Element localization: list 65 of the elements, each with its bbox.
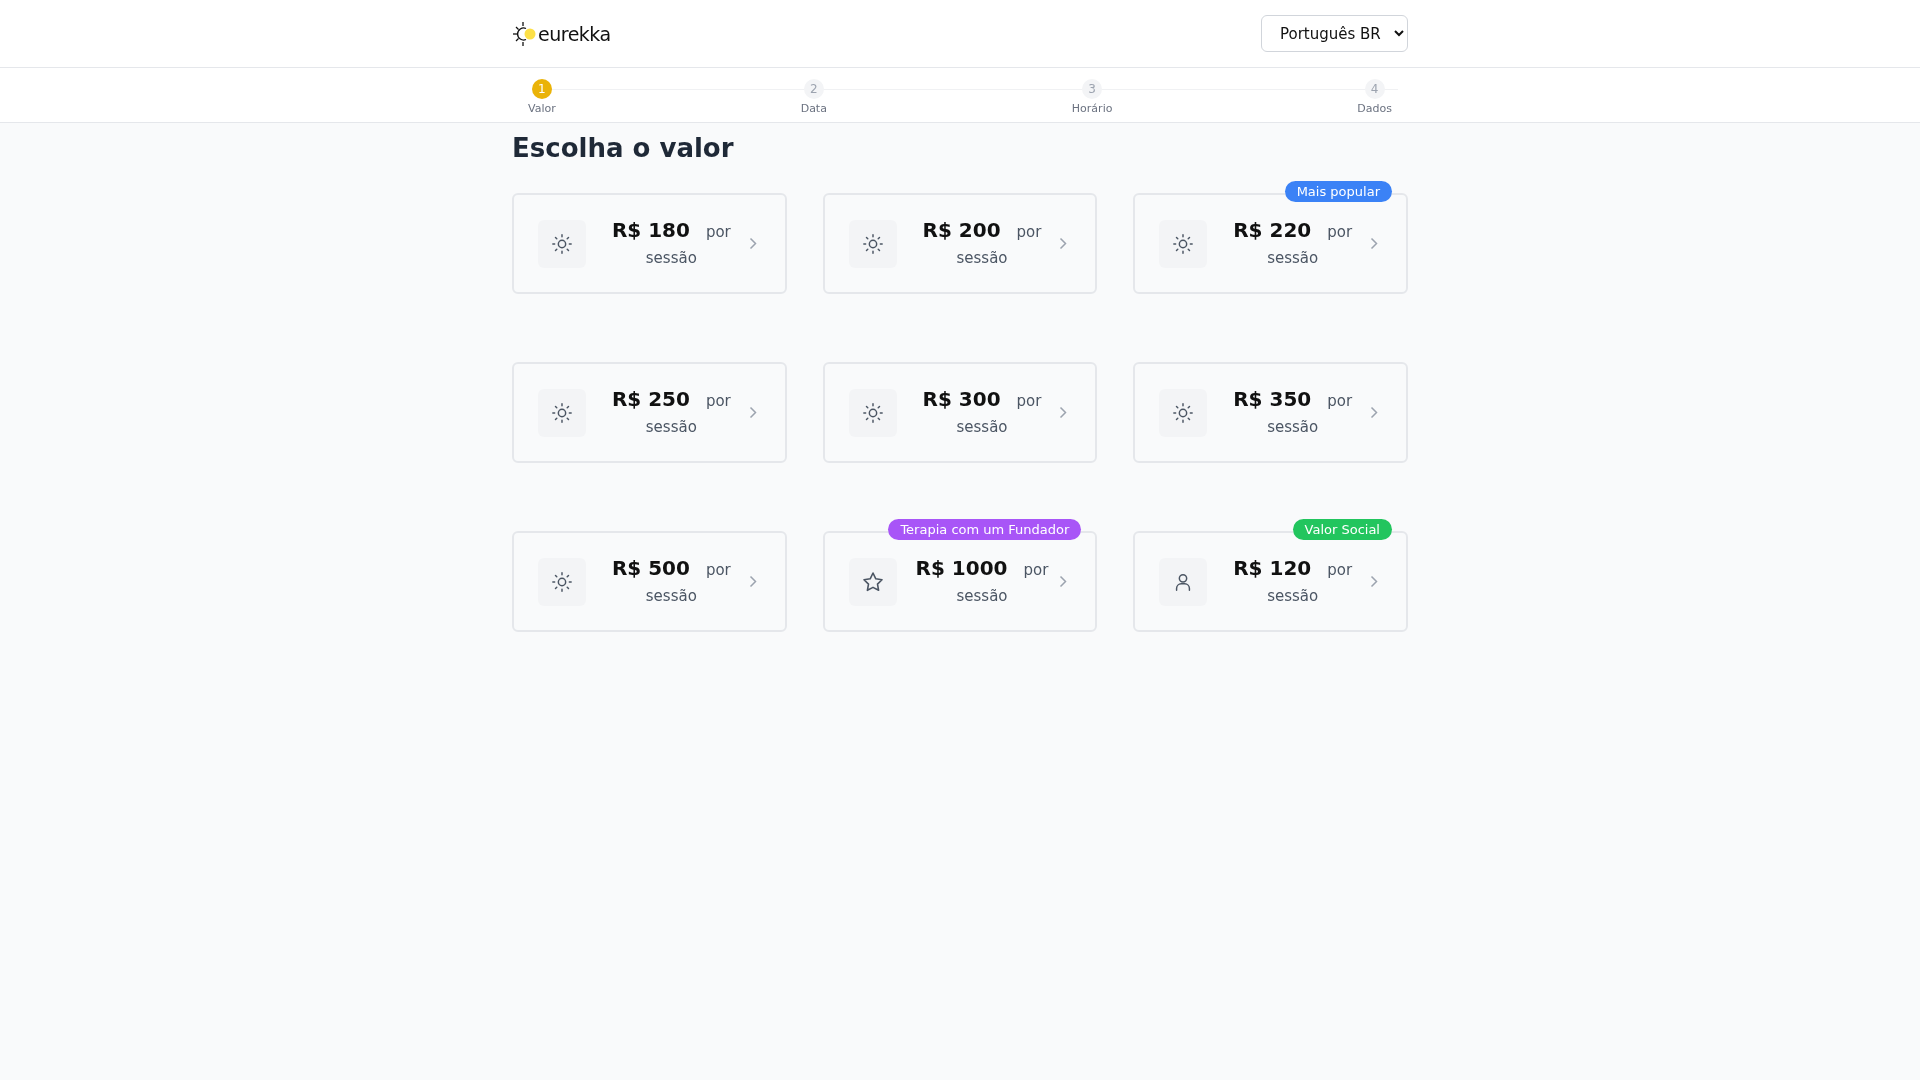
unit-label: sessão — [645, 247, 697, 269]
step-number: 1 — [531, 79, 552, 99]
unit-label: sessão — [645, 585, 697, 607]
price: R$ 500 — [611, 554, 690, 581]
chevron-right-icon — [1059, 237, 1068, 250]
unit-label: sessão — [645, 416, 697, 438]
price: R$ 180 — [611, 216, 690, 243]
badge: Valor Social — [1292, 519, 1392, 540]
price-card[interactable]: R$ 300 por sessão — [822, 362, 1098, 463]
per-label: por — [1327, 559, 1353, 581]
badge: Terapia com um Fundador — [888, 519, 1082, 540]
price-card[interactable]: R$ 250 por sessão — [512, 362, 787, 463]
price-card[interactable]: R$ 500 por sessão — [512, 531, 787, 632]
price-card[interactable]: R$ 180 por sessão — [512, 193, 787, 294]
step-label: Dados — [1357, 102, 1392, 115]
unit-label: sessão — [956, 585, 1008, 607]
per-label: por — [1016, 390, 1042, 412]
badge: Mais popular — [1284, 181, 1392, 202]
step-label: Valor — [528, 102, 556, 115]
price: R$ 300 — [922, 385, 1001, 412]
language-select[interactable]: Português BR — [1261, 15, 1408, 52]
unit-label: sessão — [1267, 585, 1319, 607]
unit-label: sessão — [956, 247, 1008, 269]
sun-icon — [848, 388, 897, 437]
unit-label: sessão — [1267, 247, 1319, 269]
chevron-right-icon — [748, 406, 757, 419]
price: R$ 120 — [1233, 554, 1312, 581]
price: R$ 1000 — [915, 554, 1008, 581]
chevron-right-icon — [1370, 575, 1378, 588]
price-card[interactable]: R$ 200 por sessão — [822, 193, 1098, 294]
price: R$ 350 — [1233, 385, 1312, 412]
page-title: Escolha o valor — [512, 133, 735, 163]
step-label: Horário — [1071, 102, 1113, 115]
sun-logo-icon — [512, 20, 538, 47]
unit-label: sessão — [1267, 416, 1319, 438]
chevron-right-icon — [748, 237, 757, 250]
sun-icon — [848, 219, 897, 268]
chevron-right-icon — [1059, 575, 1068, 588]
per-label: por — [705, 390, 731, 412]
sun-icon — [1159, 388, 1208, 437]
per-label: por — [705, 559, 731, 581]
step-number: 4 — [1364, 79, 1385, 99]
sun-icon — [538, 219, 586, 268]
chevron-right-icon — [1370, 406, 1378, 419]
step-number: 2 — [803, 79, 824, 99]
chevron-right-icon — [1059, 406, 1068, 419]
price: R$ 220 — [1233, 216, 1312, 243]
per-label: por — [705, 221, 731, 243]
price: R$ 200 — [922, 216, 1001, 243]
per-label: por — [1327, 221, 1353, 243]
chevron-right-icon — [1370, 237, 1378, 250]
sun-icon — [538, 557, 586, 606]
person-icon — [1159, 557, 1208, 606]
step-number: 3 — [1082, 79, 1103, 99]
price: R$ 250 — [611, 385, 690, 412]
price-card[interactable]: R$ 350 por sessão — [1133, 362, 1408, 463]
logo-text[interactable]: eurekka — [538, 22, 611, 45]
step-label: Data — [800, 102, 827, 115]
sun-icon — [538, 388, 586, 437]
sun-icon — [1159, 219, 1208, 268]
per-label: por — [1016, 221, 1042, 243]
per-label: por — [1327, 390, 1353, 412]
per-label: por — [1023, 559, 1049, 581]
unit-label: sessão — [956, 416, 1008, 438]
chevron-right-icon — [748, 575, 757, 588]
